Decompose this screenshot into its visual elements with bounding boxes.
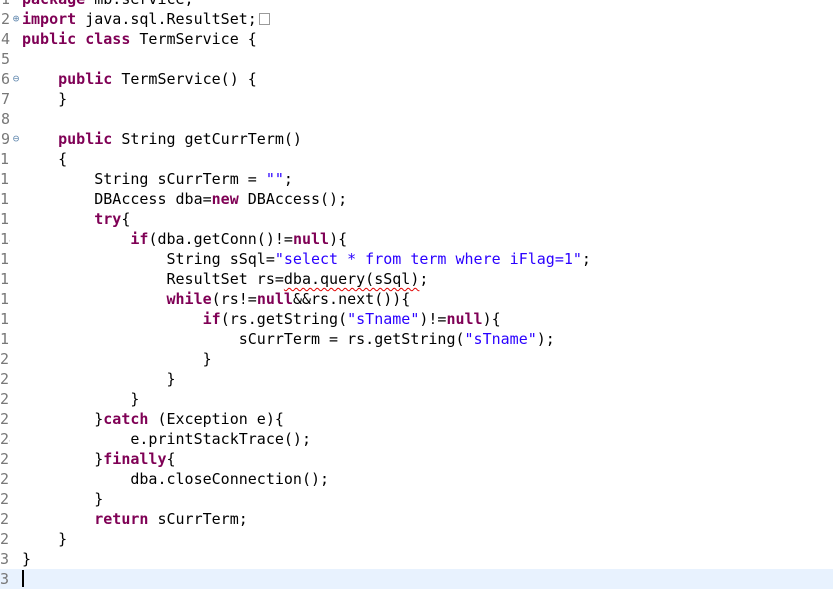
code-text: } bbox=[22, 90, 68, 108]
code-line[interactable]: 22 } bbox=[0, 389, 833, 409]
code-line[interactable]: 17 while(rs!=null&&rs.next()){ bbox=[0, 289, 833, 309]
code-line[interactable]: 23 }catch (Exception e){ bbox=[0, 409, 833, 429]
code-line[interactable]: 10 { bbox=[0, 149, 833, 169]
code-text: }catch (Exception e){ bbox=[22, 410, 284, 428]
line-number: 31 bbox=[0, 570, 10, 588]
line-number: 1 bbox=[0, 0, 10, 9]
line-number: 26 bbox=[0, 470, 10, 488]
code-line[interactable]: 2 ⊕ import java.sql.ResultSet; bbox=[0, 9, 833, 29]
code-text: sCurrTerm = rs.getString("sTname"); bbox=[22, 330, 555, 348]
code-text: } bbox=[22, 550, 32, 568]
code-text: package mb.service; bbox=[22, 0, 194, 9]
code-line[interactable]: 16 ResultSet rs=dba.query(sSql); bbox=[0, 269, 833, 289]
line-number: 27 bbox=[0, 490, 10, 508]
line-number: 4 bbox=[0, 30, 10, 48]
line-number: 10 bbox=[0, 150, 10, 168]
text-caret bbox=[22, 570, 24, 587]
line-number: 15 bbox=[0, 250, 10, 268]
line-number: 5 bbox=[0, 50, 10, 68]
line-number: 2 bbox=[0, 10, 10, 28]
code-text: public class TermService { bbox=[22, 30, 257, 48]
code-line[interactable]: 20 } bbox=[0, 349, 833, 369]
code-line[interactable]: 28 return sCurrTerm; bbox=[0, 509, 833, 529]
code-text: DBAccess dba=new DBAccess(); bbox=[22, 190, 348, 208]
code-line[interactable]: 9 ⊖ public String getCurrTerm() bbox=[0, 129, 833, 149]
line-number: 21 bbox=[0, 370, 10, 388]
line-number: 29 bbox=[0, 530, 10, 548]
line-number: 25 bbox=[0, 450, 10, 468]
code-line[interactable]: 13 try{ bbox=[0, 209, 833, 229]
code-line[interactable]: 1 package mb.service; bbox=[0, 0, 833, 9]
code-text: import java.sql.ResultSet; bbox=[22, 9, 270, 29]
code-line[interactable]: 15 String sSql="select * from term where… bbox=[0, 249, 833, 269]
code-text: if(rs.getString("sTname")!=null){ bbox=[202, 310, 501, 328]
collapsed-imports-icon[interactable] bbox=[258, 13, 270, 25]
line-number: 12 bbox=[0, 190, 10, 208]
collapse-fold-icon[interactable]: ⊖ bbox=[10, 69, 22, 89]
line-number: 22 bbox=[0, 390, 10, 408]
code-line[interactable]: 31 bbox=[0, 569, 833, 589]
code-text: return sCurrTerm; bbox=[94, 510, 248, 528]
code-line[interactable]: 26 dba.closeConnection(); bbox=[0, 469, 833, 489]
line-number: 18 bbox=[0, 310, 10, 328]
code-editor[interactable]: 1package mb.service;2⊕import java.sql.Re… bbox=[0, 0, 833, 589]
code-line[interactable]: 7 } bbox=[0, 89, 833, 109]
line-number: 30 bbox=[0, 550, 10, 568]
code-line[interactable]: 11 String sCurrTerm = ""; bbox=[0, 169, 833, 189]
code-line[interactable]: 8 bbox=[0, 109, 833, 129]
code-line[interactable]: 27 } bbox=[0, 489, 833, 509]
code-text: String sSql="select * from term where iF… bbox=[22, 250, 591, 268]
code-line[interactable]: 6 ⊖ public TermService() { bbox=[0, 69, 833, 89]
line-number: 24 bbox=[0, 430, 10, 448]
collapse-fold-icon[interactable]: ⊖ bbox=[10, 129, 22, 149]
line-number: 13 bbox=[0, 210, 10, 228]
code-line[interactable]: 5 bbox=[0, 49, 833, 69]
line-number: 16 bbox=[0, 270, 10, 288]
code-text: } bbox=[22, 390, 140, 408]
line-number: 11 bbox=[0, 170, 10, 188]
line-number: 19 bbox=[0, 330, 10, 348]
code-line[interactable]: 12 DBAccess dba=new DBAccess(); bbox=[0, 189, 833, 209]
code-line[interactable]: 29 } bbox=[0, 529, 833, 549]
code-text: } bbox=[22, 490, 104, 508]
code-line[interactable]: 30} bbox=[0, 549, 833, 569]
code-text: public String getCurrTerm() bbox=[58, 130, 302, 148]
code-text: { bbox=[22, 150, 68, 168]
line-number: 20 bbox=[0, 350, 10, 368]
line-number: 8 bbox=[0, 110, 10, 128]
code-line[interactable]: 19 sCurrTerm = rs.getString("sTname"); bbox=[0, 329, 833, 349]
code-line[interactable]: 14 if(dba.getConn()!=null){ bbox=[0, 229, 833, 249]
code-line[interactable]: 21 } bbox=[0, 369, 833, 389]
line-number: 9 bbox=[0, 130, 10, 148]
code-text: } bbox=[22, 350, 212, 368]
code-line[interactable]: 25 }finally{ bbox=[0, 449, 833, 469]
code-text: try{ bbox=[94, 210, 131, 228]
code-text: e.printStackTrace(); bbox=[22, 430, 311, 448]
line-number: 6 bbox=[0, 70, 10, 88]
code-text: }finally{ bbox=[22, 450, 176, 468]
line-number: 14 bbox=[0, 230, 10, 248]
code-text: } bbox=[22, 370, 176, 388]
code-line[interactable]: 4 public class TermService { bbox=[0, 29, 833, 49]
expand-fold-icon[interactable]: ⊕ bbox=[10, 9, 22, 29]
code-text: if(dba.getConn()!=null){ bbox=[130, 230, 348, 248]
code-line[interactable]: 24 e.printStackTrace(); bbox=[0, 429, 833, 449]
code-text bbox=[22, 569, 24, 589]
code-text: while(rs!=null&&rs.next()){ bbox=[166, 290, 411, 308]
code-text: dba.closeConnection(); bbox=[22, 470, 330, 488]
code-text: ResultSet rs=dba.query(sSql); bbox=[22, 270, 429, 288]
code-text: String sCurrTerm = ""; bbox=[22, 170, 293, 188]
line-number: 7 bbox=[0, 90, 10, 108]
code-text: } bbox=[22, 530, 68, 548]
line-number: 23 bbox=[0, 410, 10, 428]
line-number: 28 bbox=[0, 510, 10, 528]
code-line[interactable]: 18 if(rs.getString("sTname")!=null){ bbox=[0, 309, 833, 329]
line-number: 17 bbox=[0, 290, 10, 308]
code-text: public TermService() { bbox=[58, 70, 257, 88]
error-squiggle: dba.query(sSql) bbox=[283, 270, 420, 288]
